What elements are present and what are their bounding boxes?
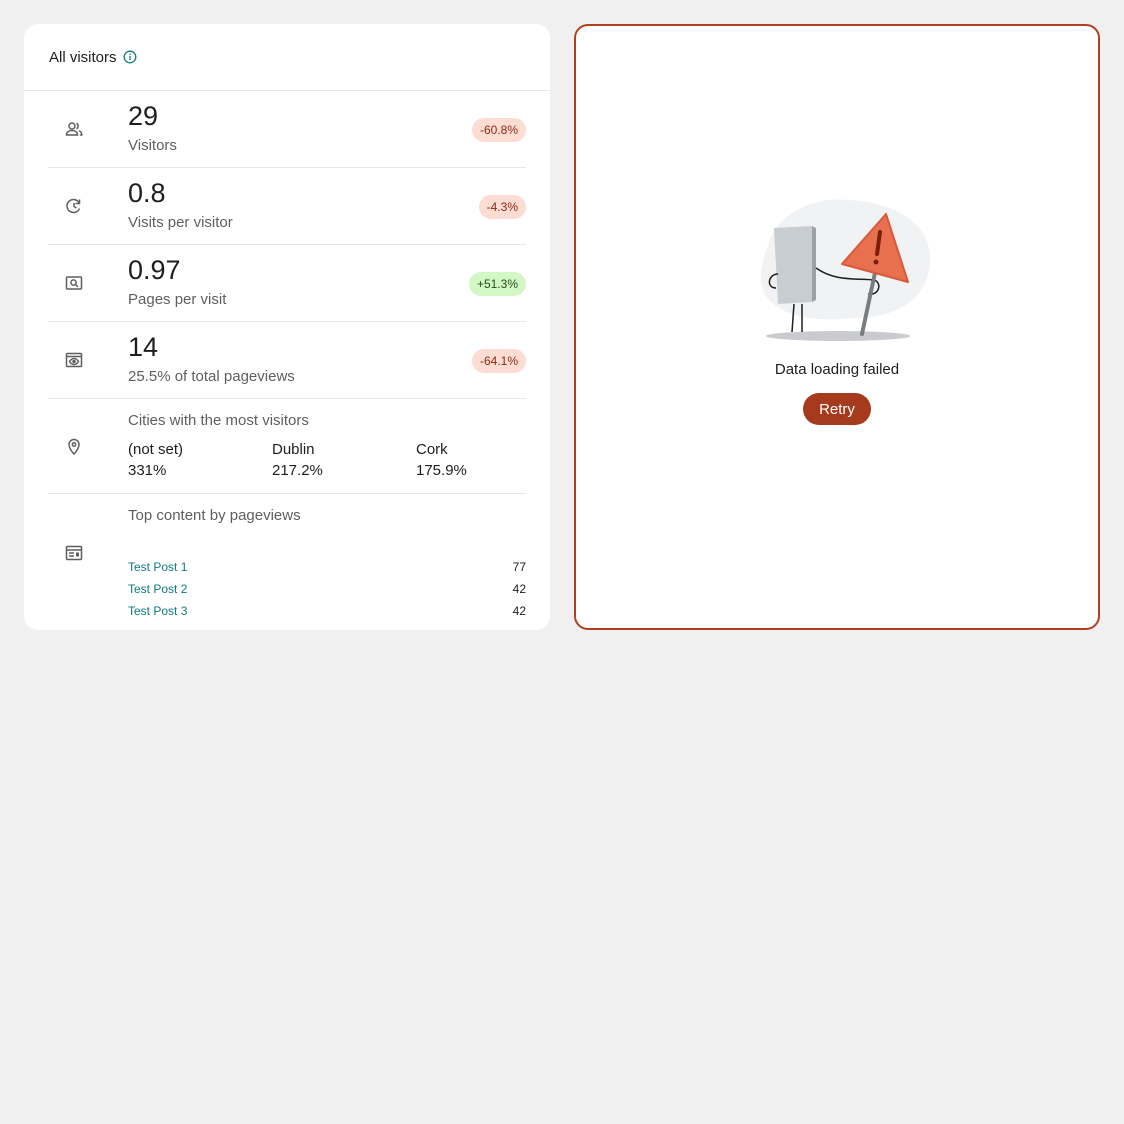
page-search-icon [64, 273, 84, 293]
card-header: All visitors [24, 24, 550, 91]
city-value: 331% [128, 462, 167, 479]
metric-label: Visitors [128, 137, 177, 154]
metric-pages-per-visit: 0.97 Pages per visit +51.3% [48, 245, 526, 322]
city-item: Dublin 217.2% [272, 441, 323, 479]
eye-icon [64, 350, 84, 370]
city-value: 217.2% [272, 462, 323, 479]
retry-button[interactable]: Retry [803, 393, 871, 425]
info-icon[interactable] [123, 50, 137, 64]
web-page-icon [64, 543, 84, 563]
metric-label: Pages per visit [128, 291, 227, 308]
change-badge: -4.3% [478, 195, 526, 219]
content-row: Test Post 3 42 [128, 604, 526, 626]
top-content-section: Top content by pageviews Test Post 1 77 … [48, 494, 526, 618]
section-title: Cities with the most visitors [128, 412, 309, 429]
pageview-count: 42 [512, 604, 526, 618]
pageview-count: 77 [512, 560, 526, 574]
city-value: 175.9% [416, 462, 467, 479]
metric-value: 14 [128, 332, 159, 362]
metric-value: 0.97 [128, 255, 181, 285]
city-name: Cork [416, 441, 448, 458]
city-name: Dublin [272, 441, 315, 458]
people-icon [64, 119, 84, 139]
content-row: Test Post 2 42 [128, 582, 526, 604]
content-row: Test Post 1 77 [128, 560, 526, 582]
error-message: Data loading failed [774, 361, 900, 378]
top-cities-section: Cities with the most visitors (not set) … [48, 399, 526, 494]
metric-visits-per-visitor: 0.8 Visits per visitor -4.3% [48, 168, 526, 245]
pageview-count: 42 [512, 582, 526, 596]
metric-visitors: 29 Visitors -60.8% [48, 91, 526, 168]
error-card: Data loading failed Retry [574, 24, 1100, 630]
metric-label: 25.5% of total pageviews [128, 368, 295, 385]
change-badge: -60.8% [471, 118, 526, 142]
content-link[interactable]: Test Post 1 [128, 560, 187, 574]
card-title: All visitors [49, 48, 117, 66]
error-illustration [740, 196, 936, 342]
metric-pageviews: 14 25.5% of total pageviews -64.1% [48, 322, 526, 399]
repeat-icon [64, 196, 84, 216]
location-pin-icon [64, 436, 84, 456]
visitors-overview-card: All visitors 29 Visitors -60.8% 0.8 Visi… [24, 24, 550, 630]
city-name: (not set) [128, 441, 184, 458]
content-link[interactable]: Test Post 2 [128, 582, 187, 596]
change-badge: -64.1% [471, 349, 526, 373]
content-link[interactable]: Test Post 3 [128, 604, 187, 618]
section-title: Top content by pageviews [128, 507, 301, 524]
metric-value: 0.8 [128, 178, 166, 208]
city-item: Cork 175.9% [416, 441, 467, 479]
change-badge: +51.3% [468, 272, 526, 296]
metric-label: Visits per visitor [128, 214, 233, 231]
metric-value: 29 [128, 101, 159, 131]
city-item: (not set) 331% [128, 441, 183, 479]
